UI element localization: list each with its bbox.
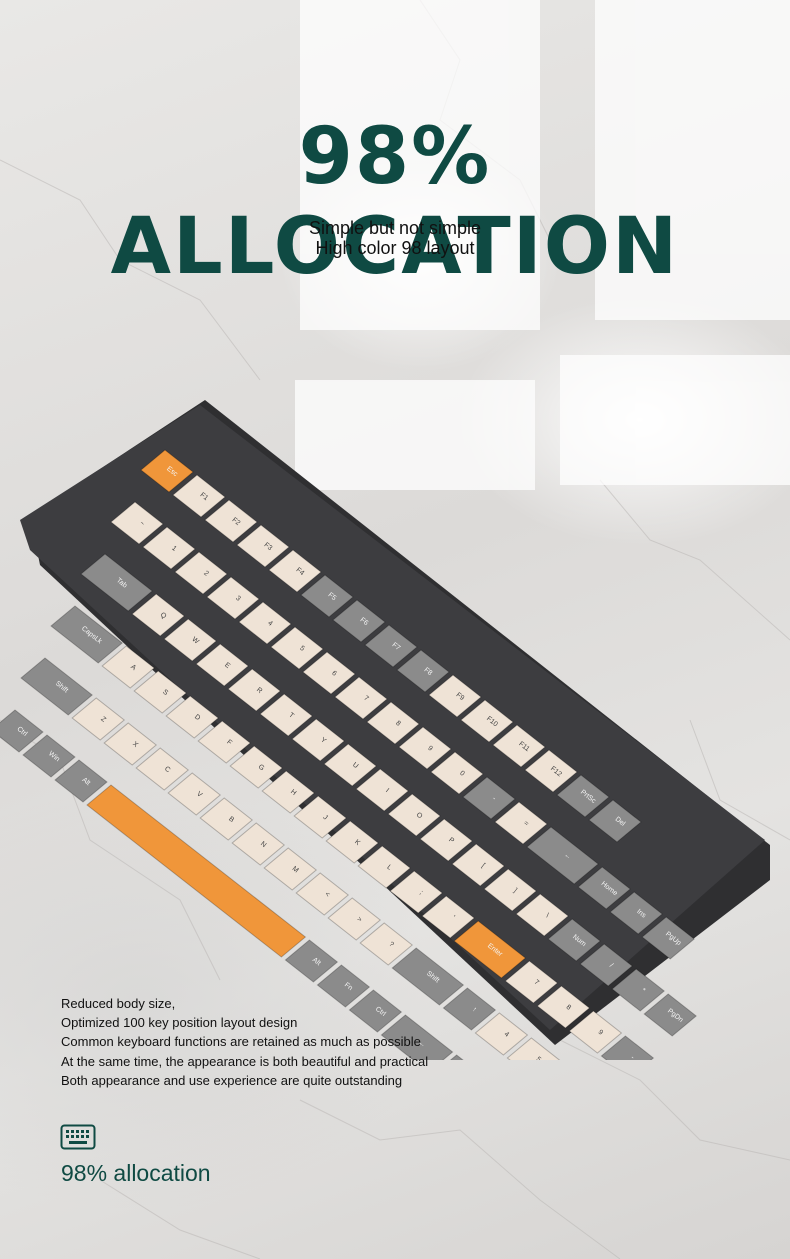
headline: 98% ALLOCATION xyxy=(110,112,680,292)
description-line-2: Optimized 100 key position layout design xyxy=(61,1015,298,1031)
subtitle: Simple but not simple High color 98 layo… xyxy=(0,218,790,258)
subtitle-line-1: Simple but not simple xyxy=(308,218,482,238)
description-line-4: At the same time, the appearance is both… xyxy=(61,1053,429,1069)
caption: 98% allocation xyxy=(61,1160,211,1186)
description-line-3: Common keyboard functions are retained a… xyxy=(61,1034,421,1050)
description-line-5: Both appearance and use experience are q… xyxy=(61,1072,403,1088)
keyboard-icon xyxy=(60,1124,96,1150)
keyboard-image: Esc F1 F2 F3 F4 F5 F6 F7 F8 F9 F10 F11 F12 PrtSc Del ~1… xyxy=(0,380,790,1259)
keyboard-illustration: EscF1F2F3F4F5F6F7F8F9F10F11F12PrtScDel~1… xyxy=(0,400,770,1259)
subtitle-line-2: High color 98 layout xyxy=(315,238,475,258)
description-line-1: Reduced body size, xyxy=(61,996,176,1011)
description: Reduced body size, Optimized 100 key pos… xyxy=(61,994,428,1090)
